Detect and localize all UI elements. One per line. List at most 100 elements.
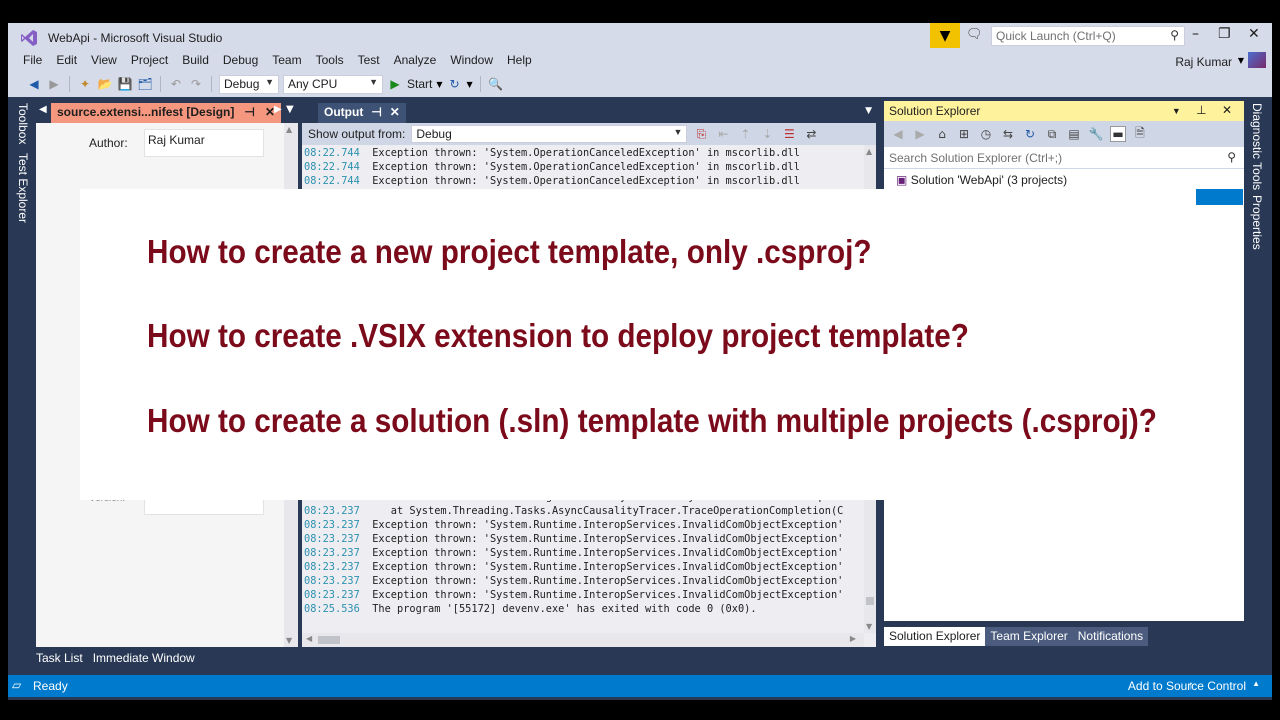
sync-with-document-icon[interactable]: ⇆ [1000,126,1016,142]
collapse-all-icon[interactable]: ⧉ [1044,126,1060,142]
redo-icon[interactable]: ↷ [188,76,204,92]
pin-icon[interactable]: ⊣ [371,105,381,121]
output-message: Exception thrown: 'System.Runtime.Intero… [359,575,844,587]
quick-launch-input[interactable]: Quick Launch (Ctrl+Q) ⚲ [991,26,1185,46]
view-code-icon[interactable]: 🗎 [1132,126,1148,142]
toggle-word-wrap-icon[interactable]: ⇄ [803,126,819,142]
start-play-icon[interactable]: ▶ [387,76,403,92]
forward-icon[interactable]: ▶ [912,126,928,142]
status-bar: ▱ Ready ↑ Add to Source Control ▲ [8,675,1272,697]
menu-test[interactable]: Test [351,53,387,67]
close-tab-icon[interactable]: ✕ [390,105,400,121]
output-timestamp: 08:23.237 [304,561,360,573]
feedback-icon[interactable]: 🗨 [966,27,983,42]
find-in-files-icon[interactable]: 🔍 [488,76,504,92]
find-message-in-code-icon[interactable]: ⎘ [693,126,709,142]
diagnostic-tools-tab[interactable]: Diagnostic Tools [1250,103,1264,190]
pin-icon[interactable]: ⊣ [244,105,254,121]
test-explorer-tab[interactable]: Test Explorer [16,153,30,223]
scroll-thumb[interactable] [318,636,340,644]
output-message: Exception thrown: 'System.Runtime.Intero… [359,561,844,573]
preview-selected-items-icon[interactable]: ▬ [1110,126,1126,142]
menu-edit[interactable]: Edit [49,53,84,67]
solution-config-dropdown[interactable]: Debug ▼ [219,74,279,94]
refresh-icon[interactable]: ↻ [447,76,463,92]
go-to-next-message-icon[interactable]: ⇣ [759,126,775,142]
minimize-button[interactable]: – [1192,26,1199,42]
tab-list-dropdown-icon[interactable]: ▼ [286,104,294,115]
menu-help[interactable]: Help [500,53,539,67]
refresh-dropdown-icon[interactable]: ▼ [467,80,473,89]
properties-tab[interactable]: Properties [1250,195,1264,250]
back-icon[interactable]: ◀ [26,76,42,92]
tab-manifest-designer[interactable]: source.extensi...nifest [Design] ⊣ ✕ [51,103,281,123]
go-to-previous-message-icon[interactable]: ⇡ [737,126,753,142]
add-to-source-control-button[interactable]: Add to Source Control [1128,679,1246,693]
start-button[interactable]: Start [407,77,432,91]
notifications-filter-button[interactable]: ▼ [930,23,960,48]
platform-dropdown[interactable]: Any CPU ▼ [283,74,383,94]
show-all-files-icon[interactable]: ▤ [1066,126,1082,142]
open-file-icon[interactable]: 📂 [97,76,113,92]
start-dropdown-icon[interactable]: ▼ [436,80,442,89]
toolbar-separator [69,76,70,92]
home-icon[interactable]: ⌂ [934,126,950,142]
title-menu-toolbar-area: WebApi - Microsoft Visual Studio ▼ 🗨 Qui… [8,23,1272,97]
pin-icon[interactable]: ⊥ [1196,103,1212,117]
horizontal-scrollbar[interactable]: ◀ ▶ [302,633,864,647]
avatar[interactable] [1248,52,1266,68]
chevron-down-icon: ▼ [673,127,683,137]
tab-task-list[interactable]: Task List [36,651,83,665]
tab-solution-explorer[interactable]: Solution Explorer [884,627,986,646]
user-name[interactable]: Raj Kumar [1175,55,1232,69]
forward-icon[interactable]: ▶ [46,76,62,92]
go-to-previous-icon[interactable]: ⇤ [715,126,731,142]
pane-dropdown-icon[interactable]: ▼ [865,106,872,116]
scroll-tabs-left-icon[interactable]: ◀ [39,104,47,115]
output-message: Exception thrown: 'System.Runtime.Intero… [359,519,844,531]
chevron-up-icon[interactable]: ▲ [1252,679,1260,688]
menu-team[interactable]: Team [265,53,308,67]
scroll-up-icon[interactable]: ▲ [866,147,872,156]
menu-analyze[interactable]: Analyze [387,53,444,67]
dropdown-icon[interactable]: ▼ [1172,106,1187,116]
output-toolbar: Show output from: Debug ▼ ⎘ ⇤ ⇡ ⇣ ☰ ⇄ [302,123,876,145]
output-source-dropdown[interactable]: Debug ▼ [411,125,688,143]
menu-tools[interactable]: Tools [309,53,351,67]
close-button[interactable]: ✕ [1248,26,1260,42]
scroll-thumb[interactable] [866,597,874,605]
close-icon[interactable]: ✕ [1222,103,1238,117]
scroll-tabs-right-icon[interactable]: ▶ [274,104,282,115]
menu-build[interactable]: Build [175,53,216,67]
tree-item-solution[interactable]: ▣ Solution 'WebApi' (3 projects) [896,173,1067,187]
menu-window[interactable]: Window [443,53,500,67]
tab-team-explorer[interactable]: Team Explorer [985,627,1073,646]
restore-button[interactable]: ❐ [1218,26,1231,42]
pending-changes-filter-icon[interactable]: ◷ [978,126,994,142]
solution-search-input[interactable]: Search Solution Explorer (Ctrl+;) ⚲ [884,147,1244,169]
menu-file[interactable]: File [16,53,49,67]
save-all-icon[interactable]: 🗂 [137,76,153,92]
switch-views-icon[interactable]: ⊞ [956,126,972,142]
new-project-icon[interactable]: ✦ [77,76,93,92]
tab-output[interactable]: Output ⊣ ✕ [318,103,406,123]
refresh-icon[interactable]: ↻ [1022,126,1038,142]
menu-view[interactable]: View [84,53,124,67]
scroll-right-icon[interactable]: ▶ [850,634,856,643]
scroll-down-icon[interactable]: ▼ [866,622,872,631]
scroll-down-icon[interactable]: ▼ [286,636,292,645]
user-dropdown-icon[interactable]: ▼ [1238,56,1244,65]
author-input[interactable]: Raj Kumar [144,129,264,157]
scroll-up-icon[interactable]: ▲ [286,125,292,134]
save-icon[interactable]: 💾 [117,76,133,92]
menu-project[interactable]: Project [124,53,175,67]
tab-notifications[interactable]: Notifications [1072,627,1149,646]
scroll-left-icon[interactable]: ◀ [306,634,312,643]
toolbox-tab[interactable]: Toolbox [16,103,30,144]
clear-all-icon[interactable]: ☰ [781,126,797,142]
undo-icon[interactable]: ↶ [168,76,184,92]
menu-debug[interactable]: Debug [216,53,265,67]
back-icon[interactable]: ◀ [890,126,906,142]
properties-wrench-icon[interactable]: 🔧 [1088,126,1104,142]
tab-immediate-window[interactable]: Immediate Window [93,651,195,665]
